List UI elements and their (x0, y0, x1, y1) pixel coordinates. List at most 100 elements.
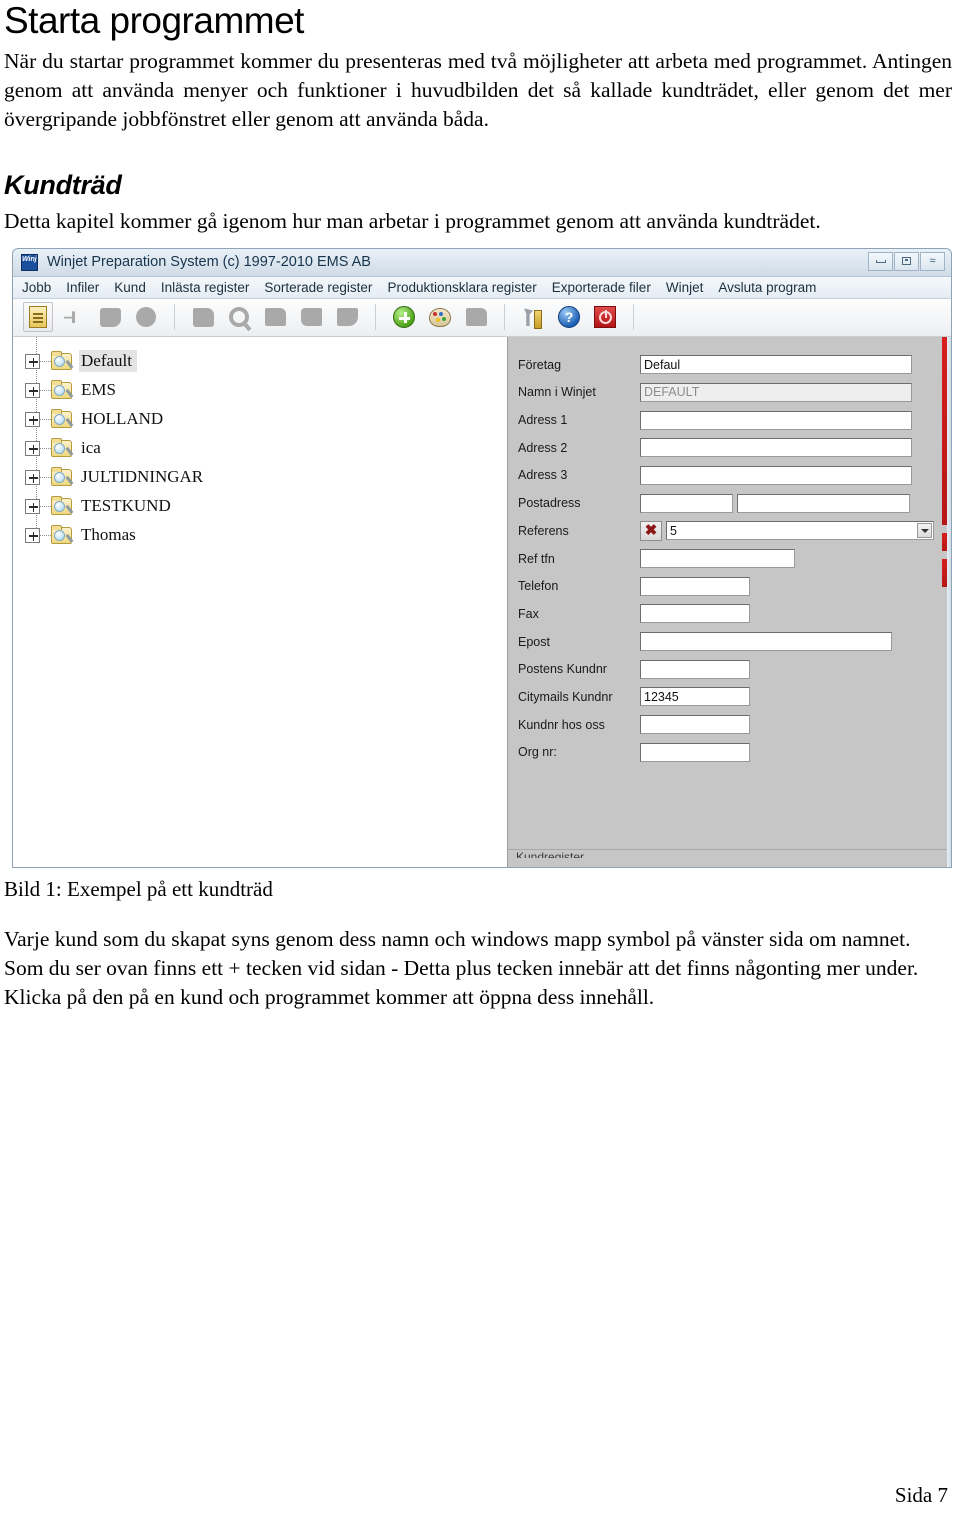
window-controls: ≈ (868, 251, 945, 271)
minimize-icon (875, 259, 886, 263)
toolbar-circle-button[interactable] (131, 302, 161, 332)
window-right-edge (947, 336, 951, 867)
form-row-fax: Fax (508, 600, 951, 628)
tree-node-holland[interactable]: HOLLAND (25, 389, 507, 434)
fax-field[interactable] (640, 604, 750, 624)
folder-search-icon (51, 437, 73, 457)
toolbar-help-button[interactable]: ? (554, 302, 584, 332)
minimize-button[interactable] (868, 251, 893, 271)
help-icon: ? (558, 306, 580, 329)
toolbar-pin-button[interactable] (59, 302, 89, 332)
form-row-citymails-kundnr: Citymails Kundnr 12345 (508, 683, 951, 711)
menu-item-jobb[interactable]: Jobb (22, 280, 51, 295)
clear-referens-button[interactable]: ✖ (640, 520, 662, 541)
citymails-kundnr-field[interactable]: 12345 (640, 687, 750, 707)
customer-detail-form: Företag Defaul Namn i Winjet DEFAULT Adr… (508, 336, 951, 867)
folder-search-icon (51, 466, 73, 486)
form-row-telefon: Telefon (508, 572, 951, 600)
status-text: Kundregister (516, 849, 585, 858)
field-label: Telefon (518, 579, 559, 594)
menu-item-exporterade-filer[interactable]: Exporterade filer (552, 280, 651, 295)
bag-icon (192, 307, 214, 327)
org-nr-field[interactable] (640, 742, 750, 762)
field-label: Postadress (518, 496, 581, 511)
expand-icon[interactable] (25, 382, 40, 398)
menu-item-kund[interactable]: Kund (114, 280, 146, 295)
field-label: Org nr: (518, 745, 557, 760)
expand-icon[interactable] (25, 469, 40, 485)
toolbar-folder-button[interactable] (260, 302, 290, 332)
expand-icon[interactable] (25, 440, 40, 456)
toolbar-stop-button[interactable] (590, 302, 620, 332)
folder-icon (264, 308, 286, 327)
folder-gray-icon (465, 308, 487, 327)
toolbar-folder-gray-button[interactable] (461, 302, 491, 332)
tree-connector (40, 418, 51, 420)
tree-node-ems[interactable]: EMS (25, 360, 507, 405)
adress-3-field[interactable] (640, 465, 912, 485)
menu-bar: Jobb Infiler Kund Inlästa register Sorte… (13, 276, 951, 299)
tree-node-thomas[interactable]: Thomas (25, 505, 507, 550)
toolbar-add-button[interactable] (389, 302, 419, 332)
adress-2-field[interactable] (640, 438, 912, 458)
section-paragraph: Detta kapitel kommer gå igenom hur man a… (4, 208, 821, 233)
maximize-icon (902, 257, 911, 266)
toolbar-tools-button[interactable] (518, 302, 548, 332)
toolbar-separator (633, 304, 634, 331)
form-row-postadress: Postadress (508, 489, 951, 517)
toolbar-document-button[interactable] (23, 302, 53, 333)
disk-icon (99, 307, 121, 327)
postadress-zip-field[interactable] (640, 493, 733, 513)
ref-tfn-field[interactable] (640, 549, 795, 568)
tree-node-ica[interactable]: ica (25, 418, 507, 463)
toolbar-bag-button[interactable] (188, 302, 218, 332)
telefon-field[interactable] (640, 576, 750, 596)
toolbar-search-button[interactable] (224, 302, 254, 332)
menu-item-produktionsklara[interactable]: Produktionsklara register (387, 280, 536, 295)
tree-node-default[interactable]: Default (25, 336, 507, 376)
field-label: Postens Kundnr (518, 662, 607, 677)
intro-paragraph: När du startar programmet kommer du pres… (4, 48, 952, 131)
figure-caption: Bild 1: Exempel på ett kundträd (4, 876, 273, 901)
toolbar-palette-button[interactable] (425, 302, 455, 332)
field-label: Ref tfn (518, 551, 555, 566)
customer-tree-panel[interactable]: Default EMS HOLLAND ica JULTIDNINGAR TES… (13, 336, 508, 867)
referens-combobox[interactable]: 5 (666, 521, 934, 541)
menu-item-inlasta-register[interactable]: Inlästa register (161, 280, 250, 295)
kundnr-hos-oss-field[interactable] (640, 715, 750, 735)
foretag-field[interactable]: Defaul (640, 355, 912, 375)
menu-item-sorterade-register[interactable]: Sorterade register (264, 280, 372, 295)
expand-icon[interactable] (25, 527, 40, 543)
field-label: Fax (518, 606, 539, 621)
toolbar-disk-button[interactable] (95, 302, 125, 332)
maximize-button[interactable] (894, 251, 919, 271)
menu-item-infiler[interactable]: Infiler (66, 280, 99, 295)
form-row-org-nr: Org nr: (508, 738, 951, 766)
menu-item-winjet[interactable]: Winjet (666, 280, 704, 295)
toolbar-folder-stack-button[interactable] (296, 302, 326, 332)
tree-node-jultidningar[interactable]: JULTIDNINGAR (25, 447, 507, 492)
tree-node-testkund[interactable]: TESTKUND (25, 476, 507, 521)
toolbar-folder-tag-button[interactable] (332, 302, 362, 332)
postadress-city-field[interactable] (737, 493, 910, 513)
document-icon (29, 306, 47, 329)
postens-kundnr-field[interactable] (640, 659, 750, 679)
tree-node-label: HOLLAND (81, 409, 164, 429)
form-row-referens: Referens ✖ 5 (508, 517, 951, 545)
toolbar-separator (174, 304, 175, 331)
palette-icon (429, 307, 451, 327)
close-button[interactable]: ≈ (920, 251, 945, 271)
expand-icon[interactable] (25, 498, 40, 514)
form-row-ref-tfn: Ref tfn (508, 545, 951, 573)
menu-item-avsluta-program[interactable]: Avsluta program (718, 280, 816, 295)
chevron-down-icon[interactable] (917, 523, 932, 539)
circle-icon (136, 307, 156, 328)
tree-node-label: JULTIDNINGAR (81, 467, 204, 487)
form-row-adress-3: Adress 3 (508, 462, 951, 490)
folder-tag-icon (336, 308, 358, 327)
expand-icon[interactable] (25, 411, 40, 427)
expand-icon[interactable] (25, 353, 40, 369)
form-row-foretag: Företag Defaul (508, 351, 951, 379)
adress-1-field[interactable] (640, 410, 912, 430)
epost-field[interactable] (640, 632, 892, 652)
